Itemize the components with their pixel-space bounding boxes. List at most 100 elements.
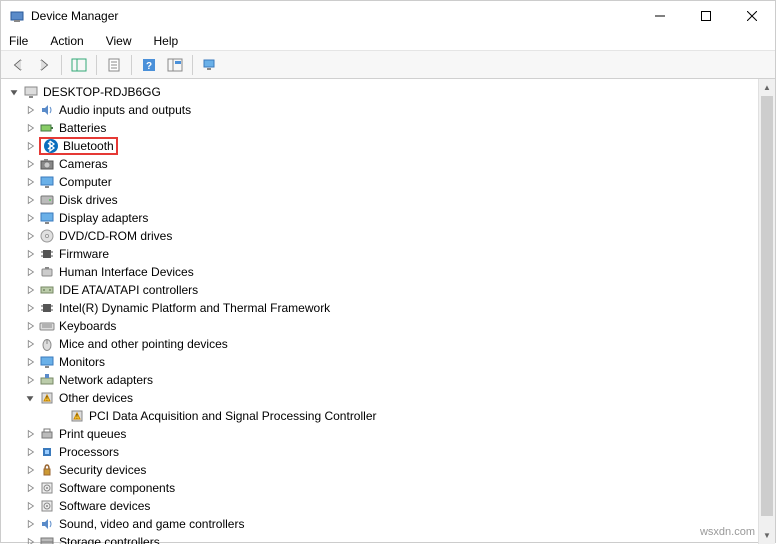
expander-icon[interactable]: [23, 247, 37, 261]
tree-item[interactable]: Bluetooth: [5, 137, 758, 155]
scan-hardware-button[interactable]: [164, 54, 186, 76]
expander-icon[interactable]: [23, 481, 37, 495]
tree-item-label: Batteries: [59, 121, 106, 135]
expander-icon[interactable]: [23, 445, 37, 459]
properties-button[interactable]: [103, 54, 125, 76]
ide-icon: [39, 282, 55, 298]
warning-icon: !: [69, 408, 85, 424]
battery-icon: [39, 120, 55, 136]
tree-item[interactable]: Firmware: [5, 245, 758, 263]
tree-item[interactable]: Software components: [5, 479, 758, 497]
expander-icon[interactable]: [23, 337, 37, 351]
tree-item[interactable]: Monitors: [5, 353, 758, 371]
tree-item[interactable]: Batteries: [5, 119, 758, 137]
expander-icon[interactable]: [23, 427, 37, 441]
tree-item-label: Computer: [59, 175, 112, 189]
menu-action[interactable]: Action: [46, 32, 87, 50]
tree-item[interactable]: Sound, video and game controllers: [5, 515, 758, 533]
tree-item[interactable]: Intel(R) Dynamic Platform and Thermal Fr…: [5, 299, 758, 317]
device-tree[interactable]: DESKTOP-RDJB6GG Audio inputs and outputs…: [1, 79, 758, 544]
window-title: Device Manager: [31, 9, 118, 23]
expander-icon[interactable]: [23, 175, 37, 189]
expander-icon[interactable]: [23, 157, 37, 171]
devices-button[interactable]: [199, 54, 221, 76]
tree-item[interactable]: Security devices: [5, 461, 758, 479]
expander-icon[interactable]: [23, 499, 37, 513]
tree-item[interactable]: Audio inputs and outputs: [5, 101, 758, 119]
tree-item-label: Other devices: [59, 391, 133, 405]
app-icon: [9, 8, 25, 24]
hid-icon: [39, 264, 55, 280]
close-button[interactable]: [729, 1, 775, 31]
tree-item[interactable]: Mice and other pointing devices: [5, 335, 758, 353]
tree-item[interactable]: Human Interface Devices: [5, 263, 758, 281]
tree-item-label: Bluetooth: [63, 139, 114, 153]
tree-root-label: DESKTOP-RDJB6GG: [43, 85, 161, 99]
tree-item-label: Network adapters: [59, 373, 153, 387]
tree-item-label: Cameras: [59, 157, 108, 171]
cd-icon: [39, 228, 55, 244]
monitor-icon: [39, 354, 55, 370]
tree-item-label: Processors: [59, 445, 119, 459]
tree-item-label: Security devices: [59, 463, 146, 477]
scroll-up-arrow[interactable]: ▲: [759, 79, 775, 96]
menu-file[interactable]: File: [5, 32, 32, 50]
expander-icon[interactable]: [23, 283, 37, 297]
tree-item-label: Intel(R) Dynamic Platform and Thermal Fr…: [59, 301, 330, 315]
camera-icon: [39, 156, 55, 172]
scroll-thumb[interactable]: [761, 96, 773, 516]
vertical-scrollbar[interactable]: ▲ ▼: [758, 79, 775, 544]
tree-item[interactable]: Storage controllers: [5, 533, 758, 544]
expander-icon[interactable]: [23, 301, 37, 315]
tree-item-label: Audio inputs and outputs: [59, 103, 191, 117]
forward-button[interactable]: [33, 54, 55, 76]
tree-item-label: Sound, video and game controllers: [59, 517, 244, 531]
toolbar-separator: [96, 55, 97, 75]
tree-item[interactable]: Display adapters: [5, 209, 758, 227]
expander-icon[interactable]: [23, 103, 37, 117]
titlebar: Device Manager: [1, 1, 775, 31]
tree-item[interactable]: ! PCI Data Acquisition and Signal Proces…: [5, 407, 758, 425]
expander-icon[interactable]: [23, 517, 37, 531]
tree-item[interactable]: Network adapters: [5, 371, 758, 389]
tree-item[interactable]: ! Other devices: [5, 389, 758, 407]
expander-icon[interactable]: [23, 355, 37, 369]
tree-item[interactable]: Keyboards: [5, 317, 758, 335]
menu-view[interactable]: View: [102, 32, 136, 50]
expander-icon[interactable]: [23, 139, 37, 153]
expander-icon[interactable]: [23, 193, 37, 207]
show-hide-tree-button[interactable]: [68, 54, 90, 76]
tree-item[interactable]: Disk drives: [5, 191, 758, 209]
disk-icon: [39, 192, 55, 208]
expander-icon[interactable]: [23, 391, 37, 405]
expander-icon[interactable]: [23, 373, 37, 387]
printer-icon: [39, 426, 55, 442]
back-button[interactable]: [7, 54, 29, 76]
expander-icon[interactable]: [23, 265, 37, 279]
menu-help[interactable]: Help: [150, 32, 183, 50]
minimize-button[interactable]: [637, 1, 683, 31]
tree-root[interactable]: DESKTOP-RDJB6GG: [5, 83, 758, 101]
tree-item[interactable]: Computer: [5, 173, 758, 191]
audio-icon: [39, 516, 55, 532]
maximize-button[interactable]: [683, 1, 729, 31]
help-button[interactable]: ?: [138, 54, 160, 76]
toolbar: ?: [1, 51, 775, 79]
expander-icon[interactable]: [23, 211, 37, 225]
expander-icon[interactable]: [7, 85, 21, 99]
tree-item[interactable]: Cameras: [5, 155, 758, 173]
toolbar-separator: [192, 55, 193, 75]
expander-icon[interactable]: [23, 463, 37, 477]
expander-icon[interactable]: [23, 319, 37, 333]
expander-icon[interactable]: [23, 229, 37, 243]
toolbar-separator: [61, 55, 62, 75]
tree-item[interactable]: Processors: [5, 443, 758, 461]
scroll-down-arrow[interactable]: ▼: [759, 527, 775, 544]
tree-item[interactable]: Print queues: [5, 425, 758, 443]
tree-item[interactable]: DVD/CD-ROM drives: [5, 227, 758, 245]
tree-item[interactable]: IDE ATA/ATAPI controllers: [5, 281, 758, 299]
tree-item-label: Human Interface Devices: [59, 265, 194, 279]
expander-icon[interactable]: [23, 121, 37, 135]
content-area: DESKTOP-RDJB6GG Audio inputs and outputs…: [1, 79, 775, 544]
tree-item[interactable]: Software devices: [5, 497, 758, 515]
